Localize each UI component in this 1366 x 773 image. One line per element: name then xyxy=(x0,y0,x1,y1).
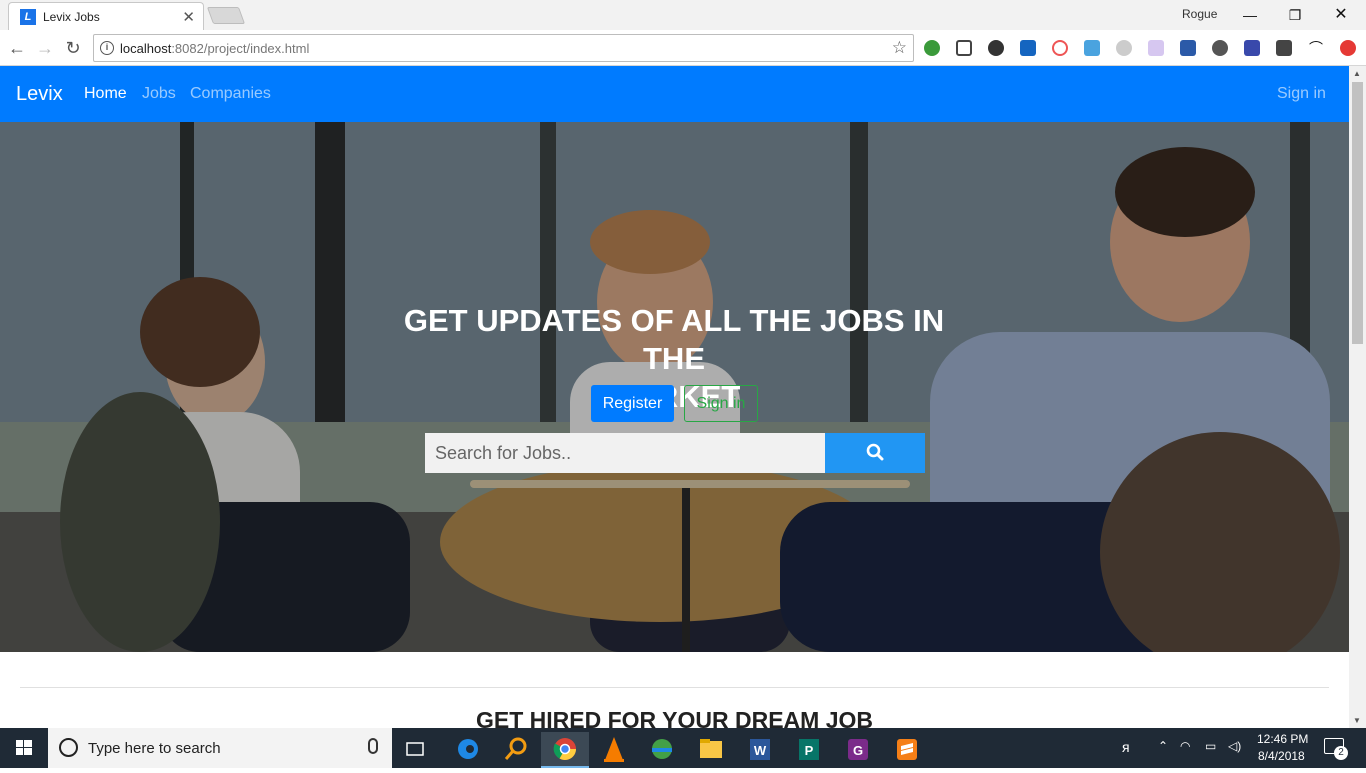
clock-time[interactable]: 12:46 PM xyxy=(1257,732,1308,746)
pdf-app-icon[interactable]: G xyxy=(834,732,882,768)
publisher-icon[interactable]: P xyxy=(785,732,833,768)
vlc-icon[interactable] xyxy=(590,732,638,768)
site-navbar: Levix Home Jobs Companies Sign in xyxy=(0,66,1349,122)
svg-text:W: W xyxy=(754,743,767,758)
web-page: Levix Home Jobs Companies Sign in GET UP… xyxy=(0,66,1349,728)
notification-count-badge: 2 xyxy=(1334,746,1348,760)
job-search-button[interactable] xyxy=(825,433,925,473)
battery-icon[interactable]: ▭ xyxy=(1205,739,1216,753)
nav-companies-link[interactable]: Companies xyxy=(190,85,271,103)
svg-text:G: G xyxy=(853,743,863,758)
nav-home-link[interactable]: Home xyxy=(84,85,127,103)
page-scrollbar[interactable]: ▲ ▼ xyxy=(1349,66,1366,728)
section-title: GET HIRED FOR YOUR DREAM JOB xyxy=(476,707,873,728)
profile-name[interactable]: Rogue xyxy=(1182,7,1217,21)
extension-grey-icon[interactable] xyxy=(1116,40,1132,56)
tab-title: Levix Jobs xyxy=(43,10,100,24)
register-button[interactable]: Register xyxy=(591,385,674,422)
start-button[interactable] xyxy=(0,728,48,768)
taskbar-search-box[interactable]: Type here to search xyxy=(48,728,392,768)
search-app-icon[interactable] xyxy=(492,732,540,768)
taskbar-search-placeholder: Type here to search xyxy=(88,740,221,757)
word-icon[interactable]: W xyxy=(736,732,784,768)
address-bar[interactable]: i localhost:8082/project/index.html ☆ xyxy=(93,34,914,62)
extension-red-circle-icon[interactable] xyxy=(1052,40,1068,56)
nav-signin-link[interactable]: Sign in xyxy=(1277,85,1326,103)
network-globe-icon[interactable] xyxy=(638,732,686,768)
bookmark-star-icon[interactable]: ☆ xyxy=(892,38,907,58)
wifi-icon[interactable]: ◠ xyxy=(1180,739,1190,753)
close-window-button[interactable]: ✕ xyxy=(1318,2,1364,28)
info-icon[interactable]: i xyxy=(100,41,114,55)
extension-m-icon[interactable] xyxy=(1020,40,1036,56)
extension-gear-icon[interactable] xyxy=(988,40,1004,56)
volume-icon[interactable]: ◁) xyxy=(1228,739,1241,753)
sublime-text-icon[interactable] xyxy=(883,732,931,768)
reload-button[interactable]: ↻ xyxy=(61,36,85,60)
people-icon[interactable]: ᴙ xyxy=(1122,739,1130,755)
extension-download-box-icon[interactable] xyxy=(1180,40,1196,56)
task-view-icon[interactable] xyxy=(392,732,440,768)
signin-button[interactable]: Sign in xyxy=(684,385,758,422)
windows-taskbar: Type here to search W P G ᴙ ⌃ ◠ ▭ ◁) 12:… xyxy=(0,728,1366,768)
extension-globe-icon[interactable] xyxy=(924,40,940,56)
site-brand[interactable]: Levix xyxy=(16,83,63,106)
search-icon xyxy=(866,443,884,460)
chrome-icon[interactable] xyxy=(541,732,589,768)
extension-book-icon[interactable] xyxy=(1244,40,1260,56)
file-explorer-icon[interactable] xyxy=(687,732,735,768)
scroll-thumb[interactable] xyxy=(1352,82,1363,344)
extension-pdf-icon[interactable] xyxy=(1148,40,1164,56)
hero-title: GET UPDATES OF ALL THE JOBS IN THE MARKE… xyxy=(403,303,945,414)
browser-tab[interactable]: L Levix Jobs ✕ xyxy=(8,2,204,31)
tab-close-icon[interactable]: ✕ xyxy=(182,8,195,26)
job-search-input[interactable] xyxy=(425,433,826,473)
restore-button[interactable]: ❐ xyxy=(1272,2,1318,28)
nav-jobs-link[interactable]: Jobs xyxy=(142,85,176,103)
minimize-button[interactable]: — xyxy=(1227,2,1273,28)
windows-logo-icon xyxy=(16,740,32,755)
levix-favicon-icon: L xyxy=(20,9,36,25)
extension-arrow-down-icon[interactable] xyxy=(1276,40,1292,56)
extension-window-icon[interactable] xyxy=(1084,40,1100,56)
back-button[interactable]: ← xyxy=(5,36,29,60)
extension-wave-icon[interactable]: ⌒ xyxy=(1308,40,1324,56)
browser-toolbar: ← → ↻ i localhost:8082/project/index.htm… xyxy=(0,30,1366,66)
section-divider xyxy=(20,687,1329,688)
extension-bus-icon[interactable] xyxy=(956,40,972,56)
scroll-up-arrow-icon[interactable]: ▲ xyxy=(1353,69,1361,78)
browser-titlebar: L Levix Jobs ✕ Rogue — ❐ ✕ xyxy=(0,0,1366,31)
new-tab-button[interactable] xyxy=(206,7,246,24)
hero-section: GET UPDATES OF ALL THE JOBS IN THE MARKE… xyxy=(0,122,1349,652)
edge-browser-icon[interactable] xyxy=(444,732,492,768)
scroll-down-arrow-icon[interactable]: ▼ xyxy=(1353,716,1361,725)
svg-text:P: P xyxy=(805,743,814,758)
forward-button[interactable]: → xyxy=(33,36,57,60)
extension-dark-circle-icon[interactable] xyxy=(1212,40,1228,56)
tray-expand-icon[interactable]: ⌃ xyxy=(1158,739,1168,753)
url-text: localhost:8082/project/index.html xyxy=(120,41,310,56)
extension-red-up-icon[interactable] xyxy=(1340,40,1356,56)
clock-date[interactable]: 8/4/2018 xyxy=(1258,749,1305,763)
cortana-icon[interactable] xyxy=(59,738,78,757)
microphone-icon[interactable] xyxy=(368,738,378,754)
